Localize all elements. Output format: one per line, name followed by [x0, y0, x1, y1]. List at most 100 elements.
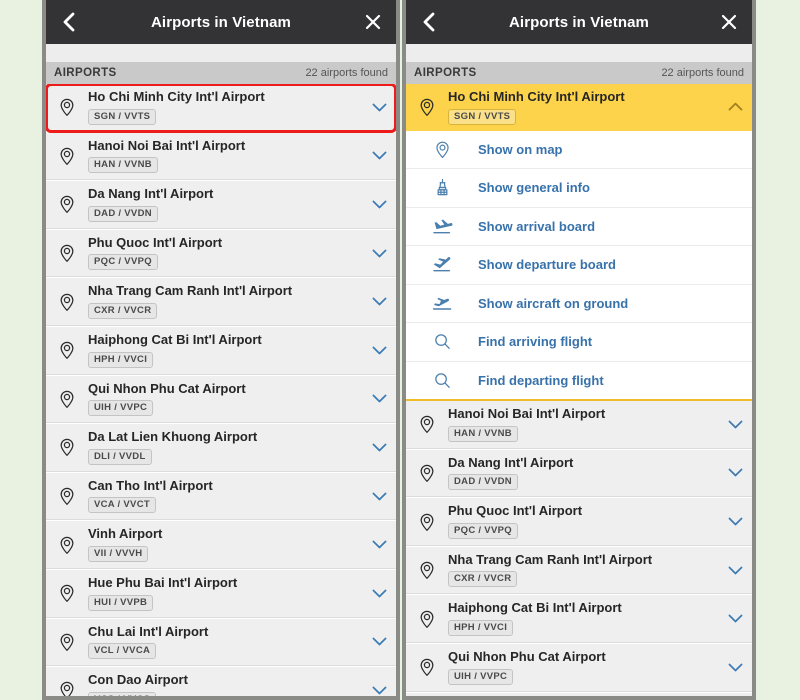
submenu-item-label: Show on map: [478, 141, 563, 157]
airport-row[interactable]: Hanoi Noi Bai Int'l Airport HAN / VVNB: [46, 131, 396, 181]
airport-row[interactable]: Da Nang Int'l Airport DAD / VVDN: [46, 180, 396, 229]
chevron-down-icon[interactable]: [362, 195, 396, 214]
airport-row[interactable]: Ho Chi Minh City Int'l Airport SGN / VVTS: [406, 84, 752, 131]
airport-row[interactable]: Haiphong Cat Bi Int'l Airport HPH / VVCI: [406, 594, 752, 644]
submenu-item[interactable]: Show aircraft on ground: [406, 285, 752, 324]
chevron-down-icon[interactable]: [362, 438, 396, 457]
airport-row[interactable]: Qui Nhon Phu Cat Airport UIH / VVPC: [406, 643, 752, 692]
submenu-item-label: Find departing flight: [478, 372, 604, 388]
right-airport-list[interactable]: Ho Chi Minh City Int'l Airport SGN / VVTS…: [406, 84, 752, 696]
map-pin-icon: [406, 609, 448, 629]
map-pin-icon: [406, 463, 448, 483]
airport-code-badge: UIH / VVPC: [88, 400, 154, 417]
airport-name: Con Dao Airport: [88, 672, 188, 688]
chevron-down-icon[interactable]: [362, 487, 396, 506]
chevron-down-icon[interactable]: [718, 658, 752, 677]
airport-row-body: Phu Quoc Int'l Airport PQC / VVPQ: [88, 230, 362, 277]
airport-code-badge: PQC / VVPQ: [88, 254, 158, 271]
chevron-down-icon[interactable]: [362, 632, 396, 651]
airport-code-badge: DAD / VVDN: [88, 205, 158, 222]
airport-row[interactable]: Da Lat Lien Khuong AirportDLI / VVDL: [406, 691, 752, 696]
chevron-up-icon[interactable]: [718, 98, 752, 117]
airport-row[interactable]: Phu Quoc Int'l Airport PQC / VVPQ: [46, 228, 396, 278]
airport-name: Ho Chi Minh City Int'l Airport: [448, 89, 625, 104]
airport-row[interactable]: Can Tho Int'l Airport VCA / VVCT: [46, 471, 396, 521]
airport-name: Da Nang Int'l Airport: [88, 186, 214, 202]
airport-row[interactable]: Con Dao Airport VCS / VVCS: [46, 666, 396, 696]
airport-row[interactable]: Chu Lai Int'l Airport VCL / VVCA: [46, 617, 396, 667]
submenu-item[interactable]: Find departing flight: [406, 362, 752, 400]
screenshot-stage: Airports in Vietnam AIRPORTS 22 airports…: [0, 0, 800, 700]
airport-row-body: Qui Nhon Phu Cat Airport UIH / VVPC: [88, 376, 362, 423]
airport-row-body: Nha Trang Cam Ranh Int'l Airport CXR / VV…: [448, 547, 718, 594]
chevron-down-icon[interactable]: [362, 146, 396, 165]
chevron-down-icon[interactable]: [362, 292, 396, 311]
search-icon: [406, 371, 478, 390]
airport-row[interactable]: Ho Chi Minh City Int'l Airport SGN / VVTS: [46, 84, 396, 133]
airport-code-badge: VCA / VVCT: [88, 497, 156, 514]
left-airport-list[interactable]: Ho Chi Minh City Int'l Airport SGN / VVTS…: [46, 84, 396, 696]
map-pin-icon: [406, 97, 448, 117]
airport-code-badge: VCL / VVCA: [88, 643, 157, 660]
chevron-down-icon[interactable]: [362, 535, 396, 554]
map-pin-icon: [406, 560, 448, 580]
right-spacer-strip: [406, 44, 752, 62]
map-pin-icon: [46, 194, 88, 214]
chevron-down-icon[interactable]: [362, 681, 396, 696]
airport-row[interactable]: Da Lat Lien Khuong AirportDLI / VVDL: [46, 423, 396, 472]
airport-code-badge: HAN / VVNB: [88, 157, 158, 174]
airport-row-body: Phu Quoc Int'l Airport PQC / VVPQ: [448, 498, 718, 545]
map-pin-icon: [46, 437, 88, 457]
airport-name: Da Lat Lien Khuong Airport: [88, 429, 258, 445]
airport-row[interactable]: Da Nang Int'l Airport DAD / VVDN: [406, 448, 752, 498]
airport-row-body: Vinh Airport VII / VVVH: [88, 521, 362, 568]
submenu-item[interactable]: Show arrival board: [406, 208, 752, 247]
chevron-down-icon[interactable]: [362, 244, 396, 263]
airport-row[interactable]: Qui Nhon Phu Cat Airport UIH / VVPC: [46, 374, 396, 424]
airport-row[interactable]: Haiphong Cat Bi Int'l Airport HPH / VVCI: [46, 325, 396, 375]
chevron-down-icon[interactable]: [362, 584, 396, 603]
airport-name: Hanoi Noi Bai Int'l Airport: [448, 406, 606, 422]
map-pin-icon: [46, 632, 88, 652]
right-panel: Airports in Vietnam AIRPORTS 22 airports…: [402, 0, 756, 700]
section-count: 22 airports found: [661, 67, 744, 79]
submenu-item[interactable]: Show departure board: [406, 246, 752, 285]
page-title: Airports in Vietnam: [151, 13, 291, 31]
back-button[interactable]: [416, 9, 442, 35]
airport-row-body: Da Lat Lien Khuong AirportDLI / VVDL: [448, 693, 718, 696]
back-button[interactable]: [56, 9, 82, 35]
submenu-item[interactable]: Find arriving flight: [406, 323, 752, 362]
airport-code-badge: PQC / VVPQ: [448, 522, 518, 539]
airport-row[interactable]: Hue Phu Bai Int'l Airport HUI / VVPB: [46, 568, 396, 618]
chevron-down-icon[interactable]: [718, 561, 752, 580]
airport-code-badge: CXR / VVCR: [88, 302, 158, 319]
chevron-down-icon[interactable]: [718, 609, 752, 628]
airport-row[interactable]: Vinh Airport VII / VVVH: [46, 520, 396, 569]
chevron-down-icon[interactable]: [362, 98, 396, 117]
map-pin-icon: [46, 583, 88, 603]
chevron-down-icon[interactable]: [718, 512, 752, 531]
chevron-down-icon[interactable]: [718, 463, 752, 482]
close-button[interactable]: [360, 9, 386, 35]
airport-code-badge: HPH / VVCI: [88, 351, 154, 368]
chevron-down-icon[interactable]: [362, 341, 396, 360]
submenu-item[interactable]: Show general info: [406, 169, 752, 208]
airport-row-body: Haiphong Cat Bi Int'l Airport HPH / VVCI: [448, 595, 718, 642]
airport-row[interactable]: Nha Trang Cam Ranh Int'l Airport CXR / VV…: [46, 277, 396, 326]
chevron-down-icon[interactable]: [362, 389, 396, 408]
airport-row-body: Chu Lai Int'l Airport VCL / VVCA: [88, 619, 362, 666]
airport-row-body: Haiphong Cat Bi Int'l Airport HPH / VVCI: [88, 327, 362, 374]
airport-code-badge: UIH / VVPC: [448, 668, 514, 685]
airport-name: Can Tho Int'l Airport: [88, 477, 213, 493]
airport-row-body: Con Dao Airport VCS / VVCS: [88, 667, 362, 696]
left-titlebar: Airports in Vietnam: [46, 0, 396, 44]
close-button[interactable]: [716, 9, 742, 35]
airport-row-body: Hue Phu Bai Int'l Airport HUI / VVPB: [88, 570, 362, 617]
airport-row[interactable]: Phu Quoc Int'l Airport PQC / VVPQ: [406, 497, 752, 546]
airport-row[interactable]: Nha Trang Cam Ranh Int'l Airport CXR / VV…: [406, 545, 752, 595]
map-pin-icon: [406, 512, 448, 532]
airport-row[interactable]: Hanoi Noi Bai Int'l Airport HAN / VVNB: [406, 401, 752, 449]
chevron-down-icon[interactable]: [718, 415, 752, 434]
submenu-item[interactable]: Show on map: [406, 131, 752, 170]
airport-name: Qui Nhon Phu Cat Airport: [448, 649, 606, 665]
